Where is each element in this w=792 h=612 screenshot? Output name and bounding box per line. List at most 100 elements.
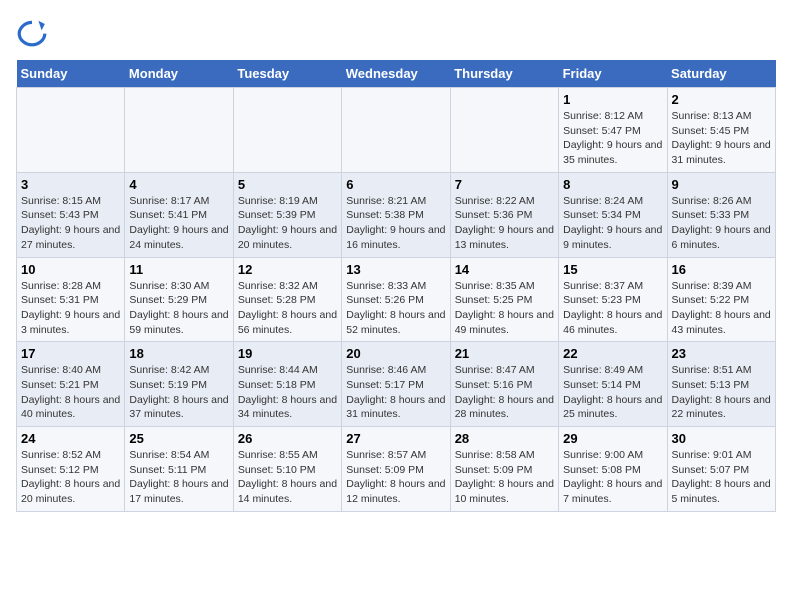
calendar-cell: 1 Sunrise: 8:12 AM Sunset: 5:47 PM Daylig…	[559, 88, 667, 173]
calendar-body: 1 Sunrise: 8:12 AM Sunset: 5:47 PM Daylig…	[17, 88, 776, 512]
calendar-cell	[450, 88, 558, 173]
day-info: Sunrise: 8:30 AM Sunset: 5:29 PM Dayligh…	[129, 279, 228, 338]
day-number: 2	[672, 92, 771, 107]
logo-icon	[16, 16, 48, 48]
day-number: 20	[346, 346, 445, 361]
day-info: Sunrise: 8:49 AM Sunset: 5:14 PM Dayligh…	[563, 363, 662, 422]
day-info: Sunrise: 8:57 AM Sunset: 5:09 PM Dayligh…	[346, 448, 445, 507]
day-number: 27	[346, 431, 445, 446]
day-number: 23	[672, 346, 771, 361]
calendar-cell: 9 Sunrise: 8:26 AM Sunset: 5:33 PM Daylig…	[667, 172, 775, 257]
column-header-saturday: Saturday	[667, 60, 775, 88]
calendar-cell: 3 Sunrise: 8:15 AM Sunset: 5:43 PM Daylig…	[17, 172, 125, 257]
day-number: 6	[346, 177, 445, 192]
calendar-week-1: 1 Sunrise: 8:12 AM Sunset: 5:47 PM Daylig…	[17, 88, 776, 173]
day-number: 12	[238, 262, 337, 277]
day-info: Sunrise: 8:51 AM Sunset: 5:13 PM Dayligh…	[672, 363, 771, 422]
day-info: Sunrise: 8:26 AM Sunset: 5:33 PM Dayligh…	[672, 194, 771, 253]
day-number: 19	[238, 346, 337, 361]
day-info: Sunrise: 8:24 AM Sunset: 5:34 PM Dayligh…	[563, 194, 662, 253]
calendar-cell: 14 Sunrise: 8:35 AM Sunset: 5:25 PM Dayli…	[450, 257, 558, 342]
calendar-cell: 7 Sunrise: 8:22 AM Sunset: 5:36 PM Daylig…	[450, 172, 558, 257]
calendar-cell: 12Sunrise: 8:32 AM Sunset: 5:28 PM Dayli…	[233, 257, 341, 342]
calendar-cell: 10 Sunrise: 8:28 AM Sunset: 5:31 PM Dayli…	[17, 257, 125, 342]
calendar-cell: 25 Sunrise: 8:54 AM Sunset: 5:11 PM Dayli…	[125, 427, 233, 512]
day-number: 21	[455, 346, 554, 361]
calendar-cell: 28 Sunrise: 8:58 AM Sunset: 5:09 PM Dayli…	[450, 427, 558, 512]
day-info: Sunrise: 8:42 AM Sunset: 5:19 PM Dayligh…	[129, 363, 228, 422]
day-info: Sunrise: 8:15 AM Sunset: 5:43 PM Dayligh…	[21, 194, 120, 253]
day-number: 8	[563, 177, 662, 192]
day-number: 18	[129, 346, 228, 361]
calendar-cell: 22 Sunrise: 8:49 AM Sunset: 5:14 PM Dayli…	[559, 342, 667, 427]
day-number: 3	[21, 177, 120, 192]
calendar-cell: 24 Sunrise: 8:52 AM Sunset: 5:12 PM Dayli…	[17, 427, 125, 512]
day-info: Sunrise: 8:28 AM Sunset: 5:31 PM Dayligh…	[21, 279, 120, 338]
day-number: 7	[455, 177, 554, 192]
calendar-cell: 27 Sunrise: 8:57 AM Sunset: 5:09 PM Dayli…	[342, 427, 450, 512]
calendar-cell: 17Sunrise: 8:40 AM Sunset: 5:21 PM Dayli…	[17, 342, 125, 427]
day-number: 4	[129, 177, 228, 192]
day-number: 26	[238, 431, 337, 446]
day-number: 30	[672, 431, 771, 446]
calendar-cell: 4 Sunrise: 8:17 AM Sunset: 5:41 PM Daylig…	[125, 172, 233, 257]
day-info: Sunrise: 8:22 AM Sunset: 5:36 PM Dayligh…	[455, 194, 554, 253]
day-info: Sunrise: 8:17 AM Sunset: 5:41 PM Dayligh…	[129, 194, 228, 253]
day-number: 28	[455, 431, 554, 446]
day-info: Sunrise: 8:35 AM Sunset: 5:25 PM Dayligh…	[455, 279, 554, 338]
calendar-week-4: 17Sunrise: 8:40 AM Sunset: 5:21 PM Dayli…	[17, 342, 776, 427]
column-header-sunday: Sunday	[17, 60, 125, 88]
day-info: Sunrise: 8:19 AM Sunset: 5:39 PM Dayligh…	[238, 194, 337, 253]
calendar-cell: 2 Sunrise: 8:13 AM Sunset: 5:45 PM Daylig…	[667, 88, 775, 173]
calendar-cell: 18 Sunrise: 8:42 AM Sunset: 5:19 PM Dayli…	[125, 342, 233, 427]
calendar-cell: 16 Sunrise: 8:39 AM Sunset: 5:22 PM Dayli…	[667, 257, 775, 342]
calendar-week-5: 24 Sunrise: 8:52 AM Sunset: 5:12 PM Dayli…	[17, 427, 776, 512]
day-number: 9	[672, 177, 771, 192]
calendar-cell: 23 Sunrise: 8:51 AM Sunset: 5:13 PM Dayli…	[667, 342, 775, 427]
calendar-cell: 8 Sunrise: 8:24 AM Sunset: 5:34 PM Daylig…	[559, 172, 667, 257]
calendar-cell: 11Sunrise: 8:30 AM Sunset: 5:29 PM Dayli…	[125, 257, 233, 342]
day-number: 5	[238, 177, 337, 192]
column-header-tuesday: Tuesday	[233, 60, 341, 88]
day-info: Sunrise: 9:00 AM Sunset: 5:08 PM Dayligh…	[563, 448, 662, 507]
logo	[16, 16, 52, 48]
day-number: 17	[21, 346, 120, 361]
day-number: 15	[563, 262, 662, 277]
day-number: 22	[563, 346, 662, 361]
calendar-cell: 13 Sunrise: 8:33 AM Sunset: 5:26 PM Dayli…	[342, 257, 450, 342]
day-number: 13	[346, 262, 445, 277]
day-number: 24	[21, 431, 120, 446]
day-info: Sunrise: 8:37 AM Sunset: 5:23 PM Dayligh…	[563, 279, 662, 338]
calendar-week-2: 3 Sunrise: 8:15 AM Sunset: 5:43 PM Daylig…	[17, 172, 776, 257]
calendar-cell: 21Sunrise: 8:47 AM Sunset: 5:16 PM Dayli…	[450, 342, 558, 427]
day-info: Sunrise: 8:13 AM Sunset: 5:45 PM Dayligh…	[672, 109, 771, 168]
day-info: Sunrise: 8:52 AM Sunset: 5:12 PM Dayligh…	[21, 448, 120, 507]
calendar-cell	[342, 88, 450, 173]
calendar-header: SundayMondayTuesdayWednesdayThursdayFrid…	[17, 60, 776, 88]
day-info: Sunrise: 8:54 AM Sunset: 5:11 PM Dayligh…	[129, 448, 228, 507]
calendar-cell: 15 Sunrise: 8:37 AM Sunset: 5:23 PM Dayli…	[559, 257, 667, 342]
calendar-cell: 29Sunrise: 9:00 AM Sunset: 5:08 PM Dayli…	[559, 427, 667, 512]
day-number: 10	[21, 262, 120, 277]
day-info: Sunrise: 8:46 AM Sunset: 5:17 PM Dayligh…	[346, 363, 445, 422]
day-number: 16	[672, 262, 771, 277]
column-header-thursday: Thursday	[450, 60, 558, 88]
calendar-cell: 26Sunrise: 8:55 AM Sunset: 5:10 PM Dayli…	[233, 427, 341, 512]
day-info: Sunrise: 8:39 AM Sunset: 5:22 PM Dayligh…	[672, 279, 771, 338]
column-header-wednesday: Wednesday	[342, 60, 450, 88]
calendar-cell	[17, 88, 125, 173]
calendar-cell: 19Sunrise: 8:44 AM Sunset: 5:18 PM Dayli…	[233, 342, 341, 427]
day-info: Sunrise: 8:33 AM Sunset: 5:26 PM Dayligh…	[346, 279, 445, 338]
page-header	[16, 16, 776, 48]
calendar-cell: 5 Sunrise: 8:19 AM Sunset: 5:39 PM Daylig…	[233, 172, 341, 257]
day-info: Sunrise: 9:01 AM Sunset: 5:07 PM Dayligh…	[672, 448, 771, 507]
calendar-cell: 30 Sunrise: 9:01 AM Sunset: 5:07 PM Dayli…	[667, 427, 775, 512]
day-info: Sunrise: 8:12 AM Sunset: 5:47 PM Dayligh…	[563, 109, 662, 168]
day-number: 25	[129, 431, 228, 446]
day-info: Sunrise: 8:21 AM Sunset: 5:38 PM Dayligh…	[346, 194, 445, 253]
day-number: 14	[455, 262, 554, 277]
day-info: Sunrise: 8:58 AM Sunset: 5:09 PM Dayligh…	[455, 448, 554, 507]
day-number: 1	[563, 92, 662, 107]
calendar-cell: 6 Sunrise: 8:21 AM Sunset: 5:38 PM Daylig…	[342, 172, 450, 257]
column-header-friday: Friday	[559, 60, 667, 88]
